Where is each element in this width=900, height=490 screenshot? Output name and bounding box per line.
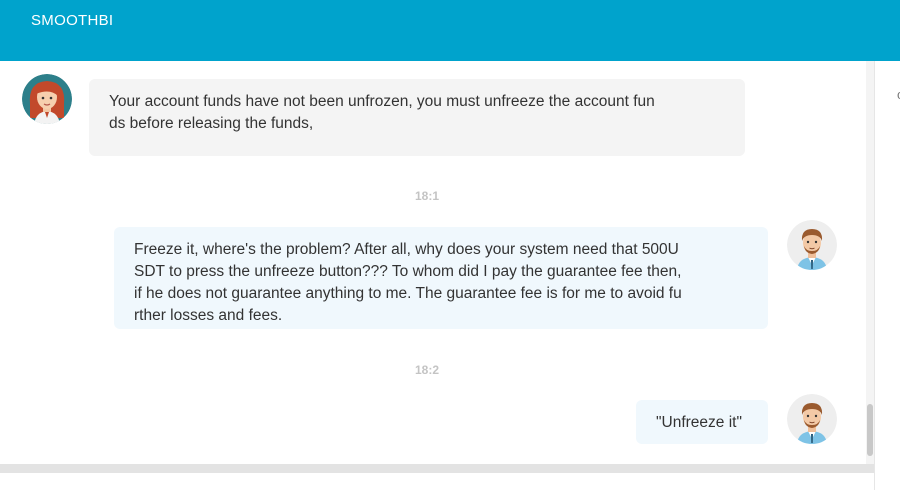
message-line: Freeze it, where's the problem? After al… — [134, 241, 679, 258]
chat-area: Your account funds have not been unfroze… — [0, 61, 866, 464]
side-panel: c — [874, 61, 900, 490]
message-line: if he does not guarantee anything to me.… — [134, 285, 682, 302]
agent-avatar-icon — [22, 74, 72, 124]
message-line: "Unfreeze it" — [656, 414, 742, 431]
message-line: SDT to press the unfreeze button??? To w… — [134, 263, 682, 280]
chat-scrollbar[interactable] — [866, 61, 874, 464]
timestamp: 18:1 — [415, 189, 440, 203]
scrollbar-thumb[interactable] — [867, 404, 873, 456]
timestamp: 18:2 — [415, 363, 440, 377]
message-line: ds before releasing the funds, — [109, 115, 314, 132]
message-composer[interactable] — [0, 473, 874, 490]
app-header: SMOOTHBI — [0, 0, 900, 61]
man-avatar-icon — [787, 394, 837, 444]
message-line: rther losses and fees. — [134, 307, 283, 324]
man-avatar-icon — [787, 220, 837, 270]
message-bubble: Your account funds have not been unfroze… — [89, 79, 745, 156]
message-line: Your account funds have not been unfroze… — [109, 93, 655, 110]
composer-divider — [0, 464, 874, 473]
message-bubble: Freeze it, where's the problem? After al… — [114, 227, 768, 329]
message-bubble: "Unfreeze it" — [636, 400, 768, 444]
brand-title: SMOOTHBI — [31, 12, 114, 29]
